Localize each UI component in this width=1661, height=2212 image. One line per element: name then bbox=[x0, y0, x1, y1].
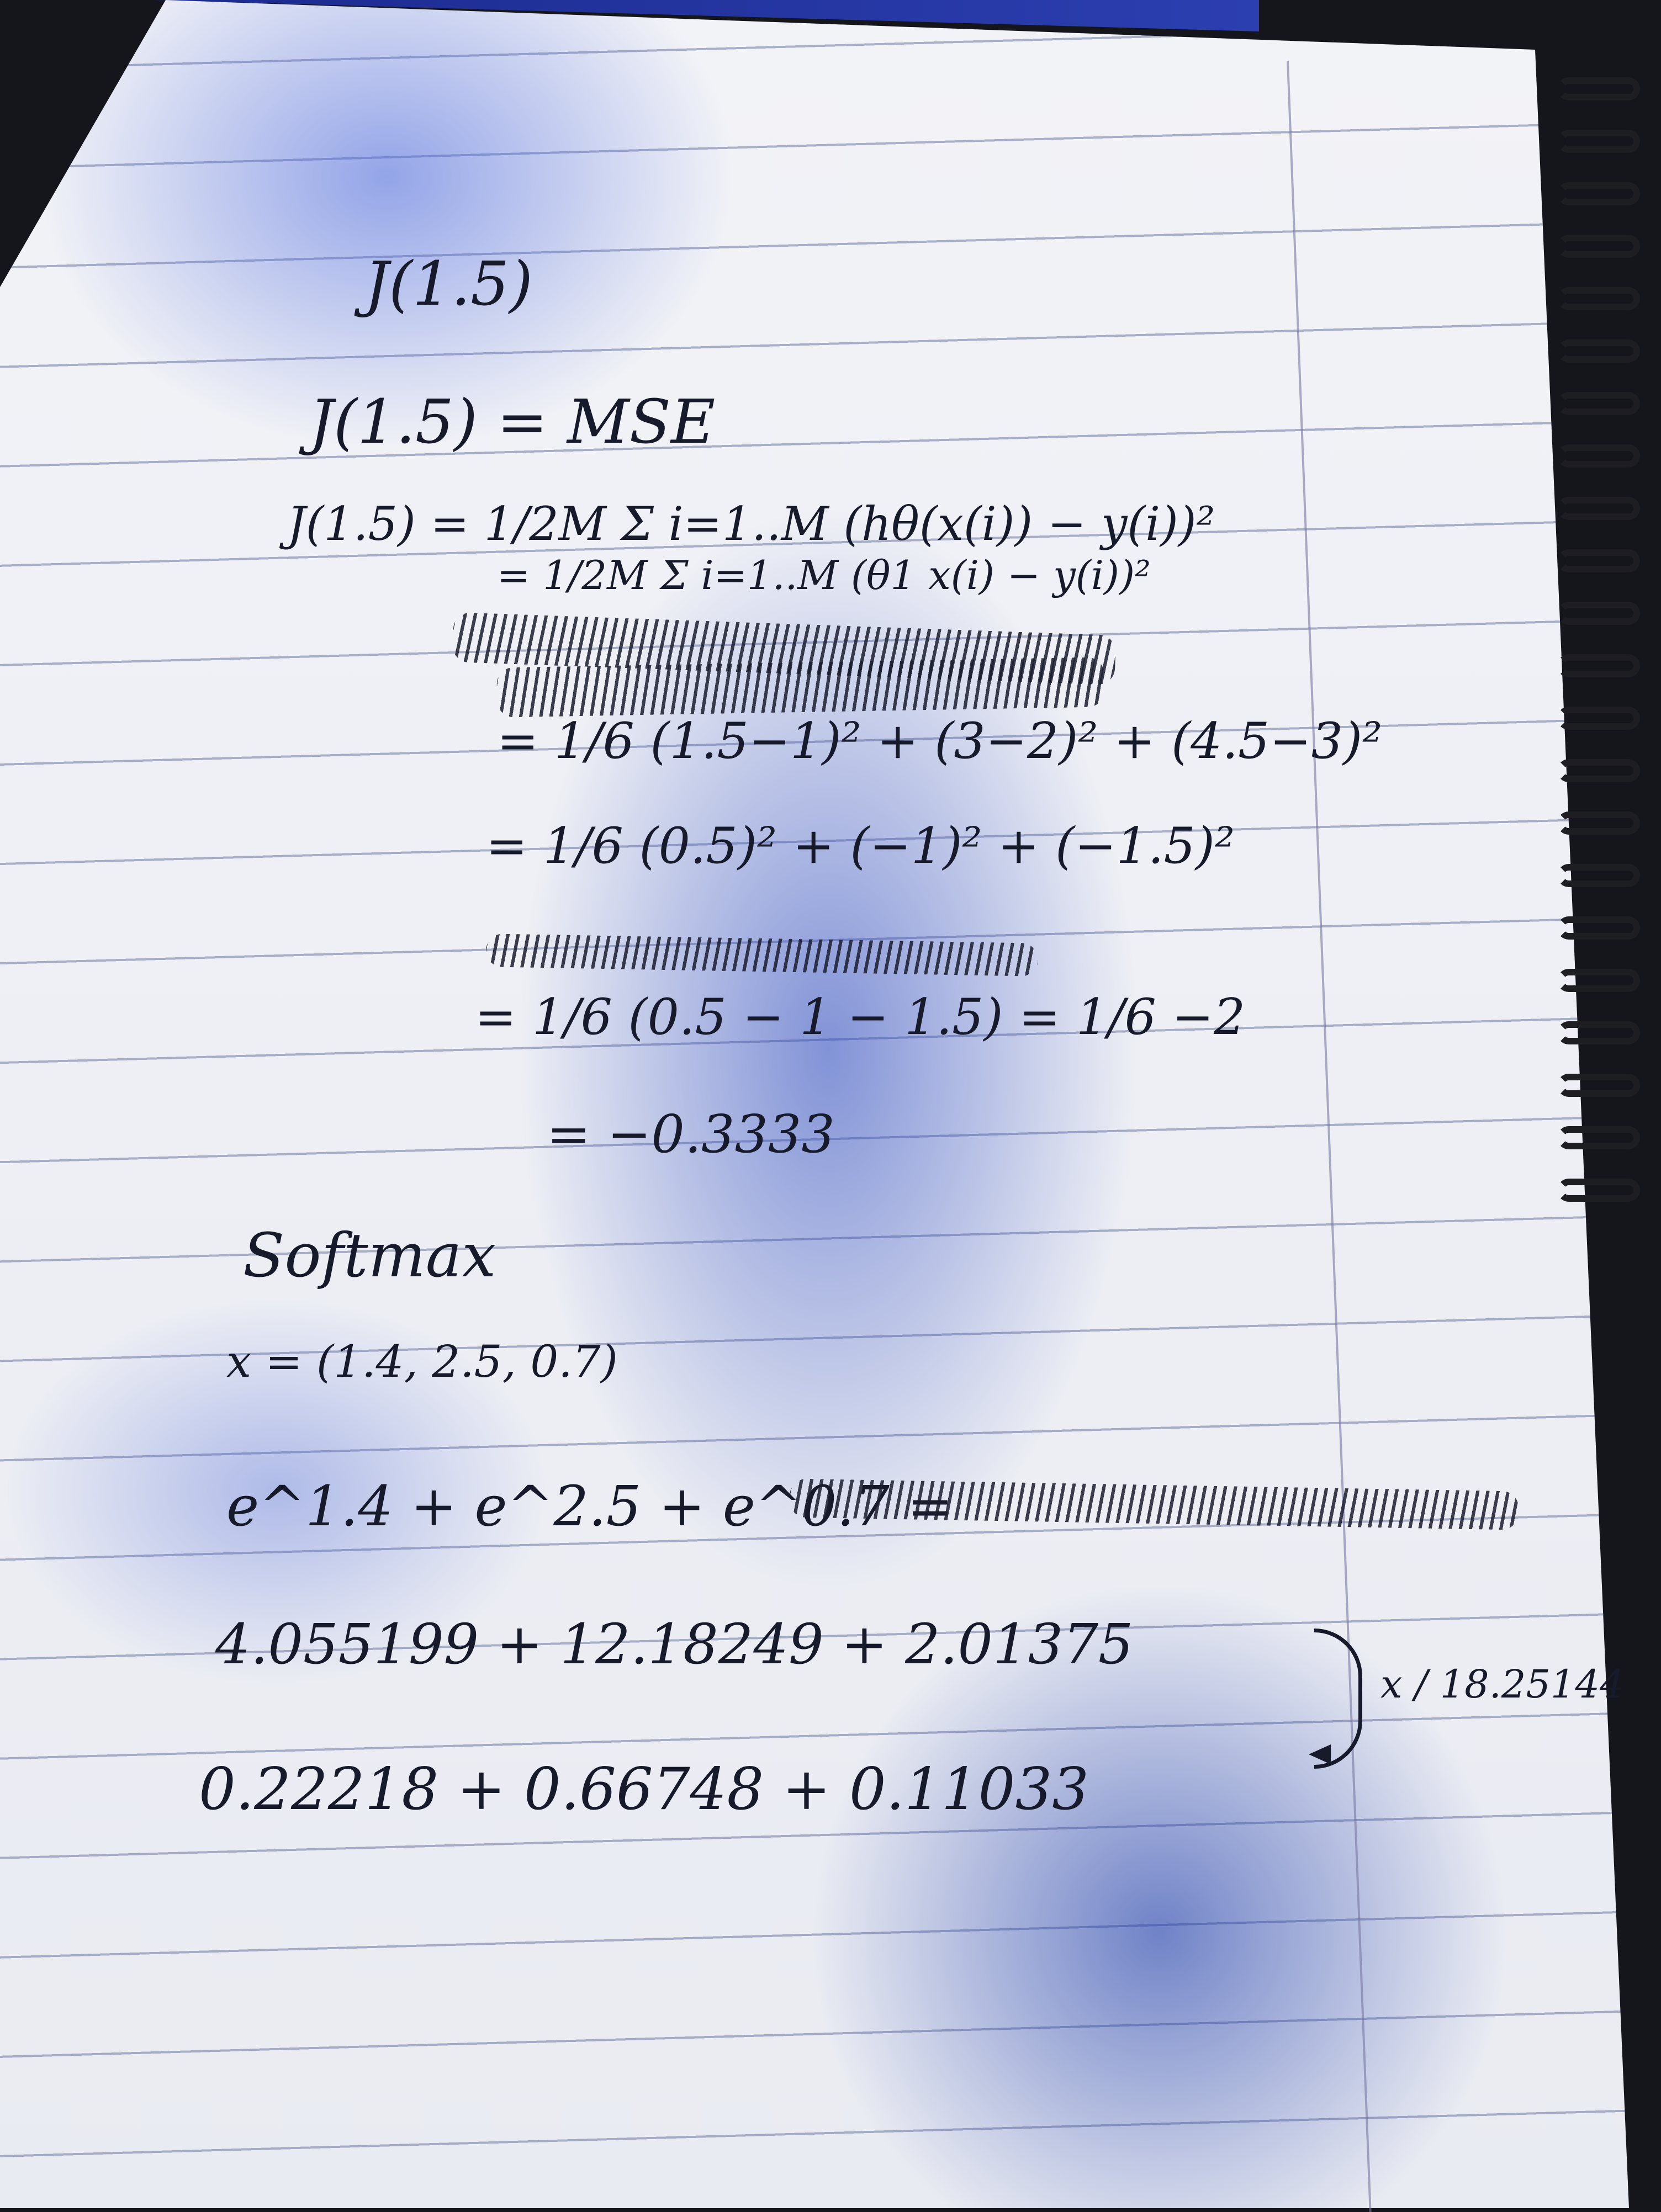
crossed-out-line bbox=[496, 657, 1105, 718]
softmax-output: 0.22218 + 0.66748 + 0.11033 bbox=[199, 1755, 1089, 1823]
cost-formula: J(1.5) = 1/2M Σ i=1..M (hθ(x(i)) − y(i))… bbox=[287, 497, 1215, 551]
arrow-tip bbox=[1309, 1744, 1331, 1764]
mse-heading: J(1.5) = MSE bbox=[309, 386, 716, 457]
softmax-heading: Softmax bbox=[243, 1220, 496, 1291]
divide-note: x / 18.25144 bbox=[1380, 1662, 1625, 1707]
spiral-binding bbox=[1535, 77, 1657, 2009]
heading-j: J(1.5) bbox=[364, 248, 533, 319]
expanded-sum: = 1/6 (1.5−1)² + (3−2)² + (4.5−3)² bbox=[497, 712, 1383, 770]
squared-terms: = 1/6 (0.5)² + (−1)² + (−1.5)² bbox=[486, 817, 1235, 875]
simplified-sum: = 1/6 (0.5 − 1 − 1.5) = 1/6 −2 bbox=[475, 988, 1246, 1046]
input-vector: x = (1.4, 2.5, 0.7) bbox=[226, 1336, 618, 1387]
cost-formula-theta: = 1/2M Σ i=1..M (θ1 x(i) − y(i))² bbox=[497, 552, 1151, 598]
photo-scene: J(1.5) J(1.5) = MSE J(1.5) = 1/2M Σ i=1.… bbox=[0, 0, 1661, 2212]
exponent-values: 4.055199 + 12.18249 + 2.01375 bbox=[215, 1612, 1134, 1677]
mse-result: = −0.3333 bbox=[547, 1104, 835, 1165]
